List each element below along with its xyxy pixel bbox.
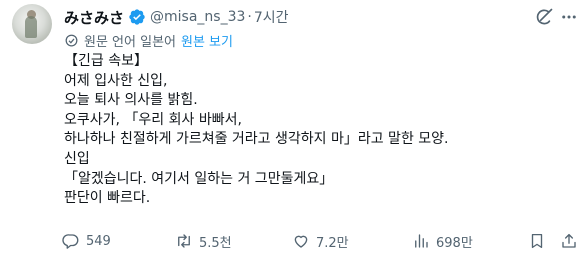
- tweet-line: 신입: [64, 150, 90, 167]
- post-time[interactable]: 7시간: [254, 7, 289, 27]
- translate-globe-icon: [65, 34, 78, 46]
- views-chart-icon: [415, 234, 428, 248]
- reply-button[interactable]: 549: [62, 231, 111, 251]
- retweet-count: 5.5천: [199, 235, 232, 251]
- user-handle[interactable]: @misa_ns_33: [150, 9, 245, 25]
- retweet-icon: [178, 234, 190, 248]
- grok-icon[interactable]: [534, 7, 554, 27]
- translation-note: 원문 언어 일본어: [84, 34, 176, 50]
- reply-icon: [62, 234, 79, 249]
- tweet-body: 【긴급 속보】 어제 입사한 신입, 오늘 퇴사 의사를 밝힘. 오쿠사가, 「…: [64, 52, 574, 209]
- verified-badge-icon: [129, 9, 145, 25]
- reply-count: 549: [86, 233, 111, 249]
- views-button[interactable]: 698만: [412, 231, 473, 251]
- separator-dot: ·: [247, 9, 252, 25]
- like-button[interactable]: 7.2만: [292, 231, 349, 251]
- tweet-line: 하나하나 친절하게 가르쳐줄 거라고 생각하지 마」라고 말한 모양.: [64, 131, 449, 148]
- tweet-line: 【긴급 속보】: [64, 53, 148, 69]
- tweet-line: 어제 입사한 신입,: [64, 72, 168, 89]
- avatar[interactable]: [12, 4, 52, 44]
- tweet-line: 오쿠사가, 「우리 회사 바빠서,: [64, 111, 242, 128]
- tweet-line: 「알겠습니다. 여기서 일하는 거 그만둘게요」: [64, 170, 334, 187]
- more-options-icon[interactable]: [560, 8, 578, 26]
- view-count: 698만: [436, 235, 473, 251]
- tweet-header: みさみさ @misa_ns_33 · 7시간: [64, 6, 289, 28]
- share-icon[interactable]: [560, 232, 578, 250]
- like-count: 7.2만: [316, 235, 349, 251]
- retweet-button[interactable]: 5.5천: [175, 231, 232, 251]
- show-original-link[interactable]: 원본 보기: [181, 31, 233, 50]
- tweet-line: 오늘 퇴사 의사를 밝힘.: [64, 92, 198, 109]
- heart-icon: [294, 235, 308, 248]
- tweet-line: 판단이 빠르다.: [64, 190, 151, 207]
- display-name[interactable]: みさみさ: [64, 7, 124, 28]
- translation-bar: 원문 언어 일본어 원본 보기: [64, 30, 233, 50]
- avatar-figure-body: [25, 16, 37, 38]
- bookmark-icon[interactable]: [528, 232, 546, 250]
